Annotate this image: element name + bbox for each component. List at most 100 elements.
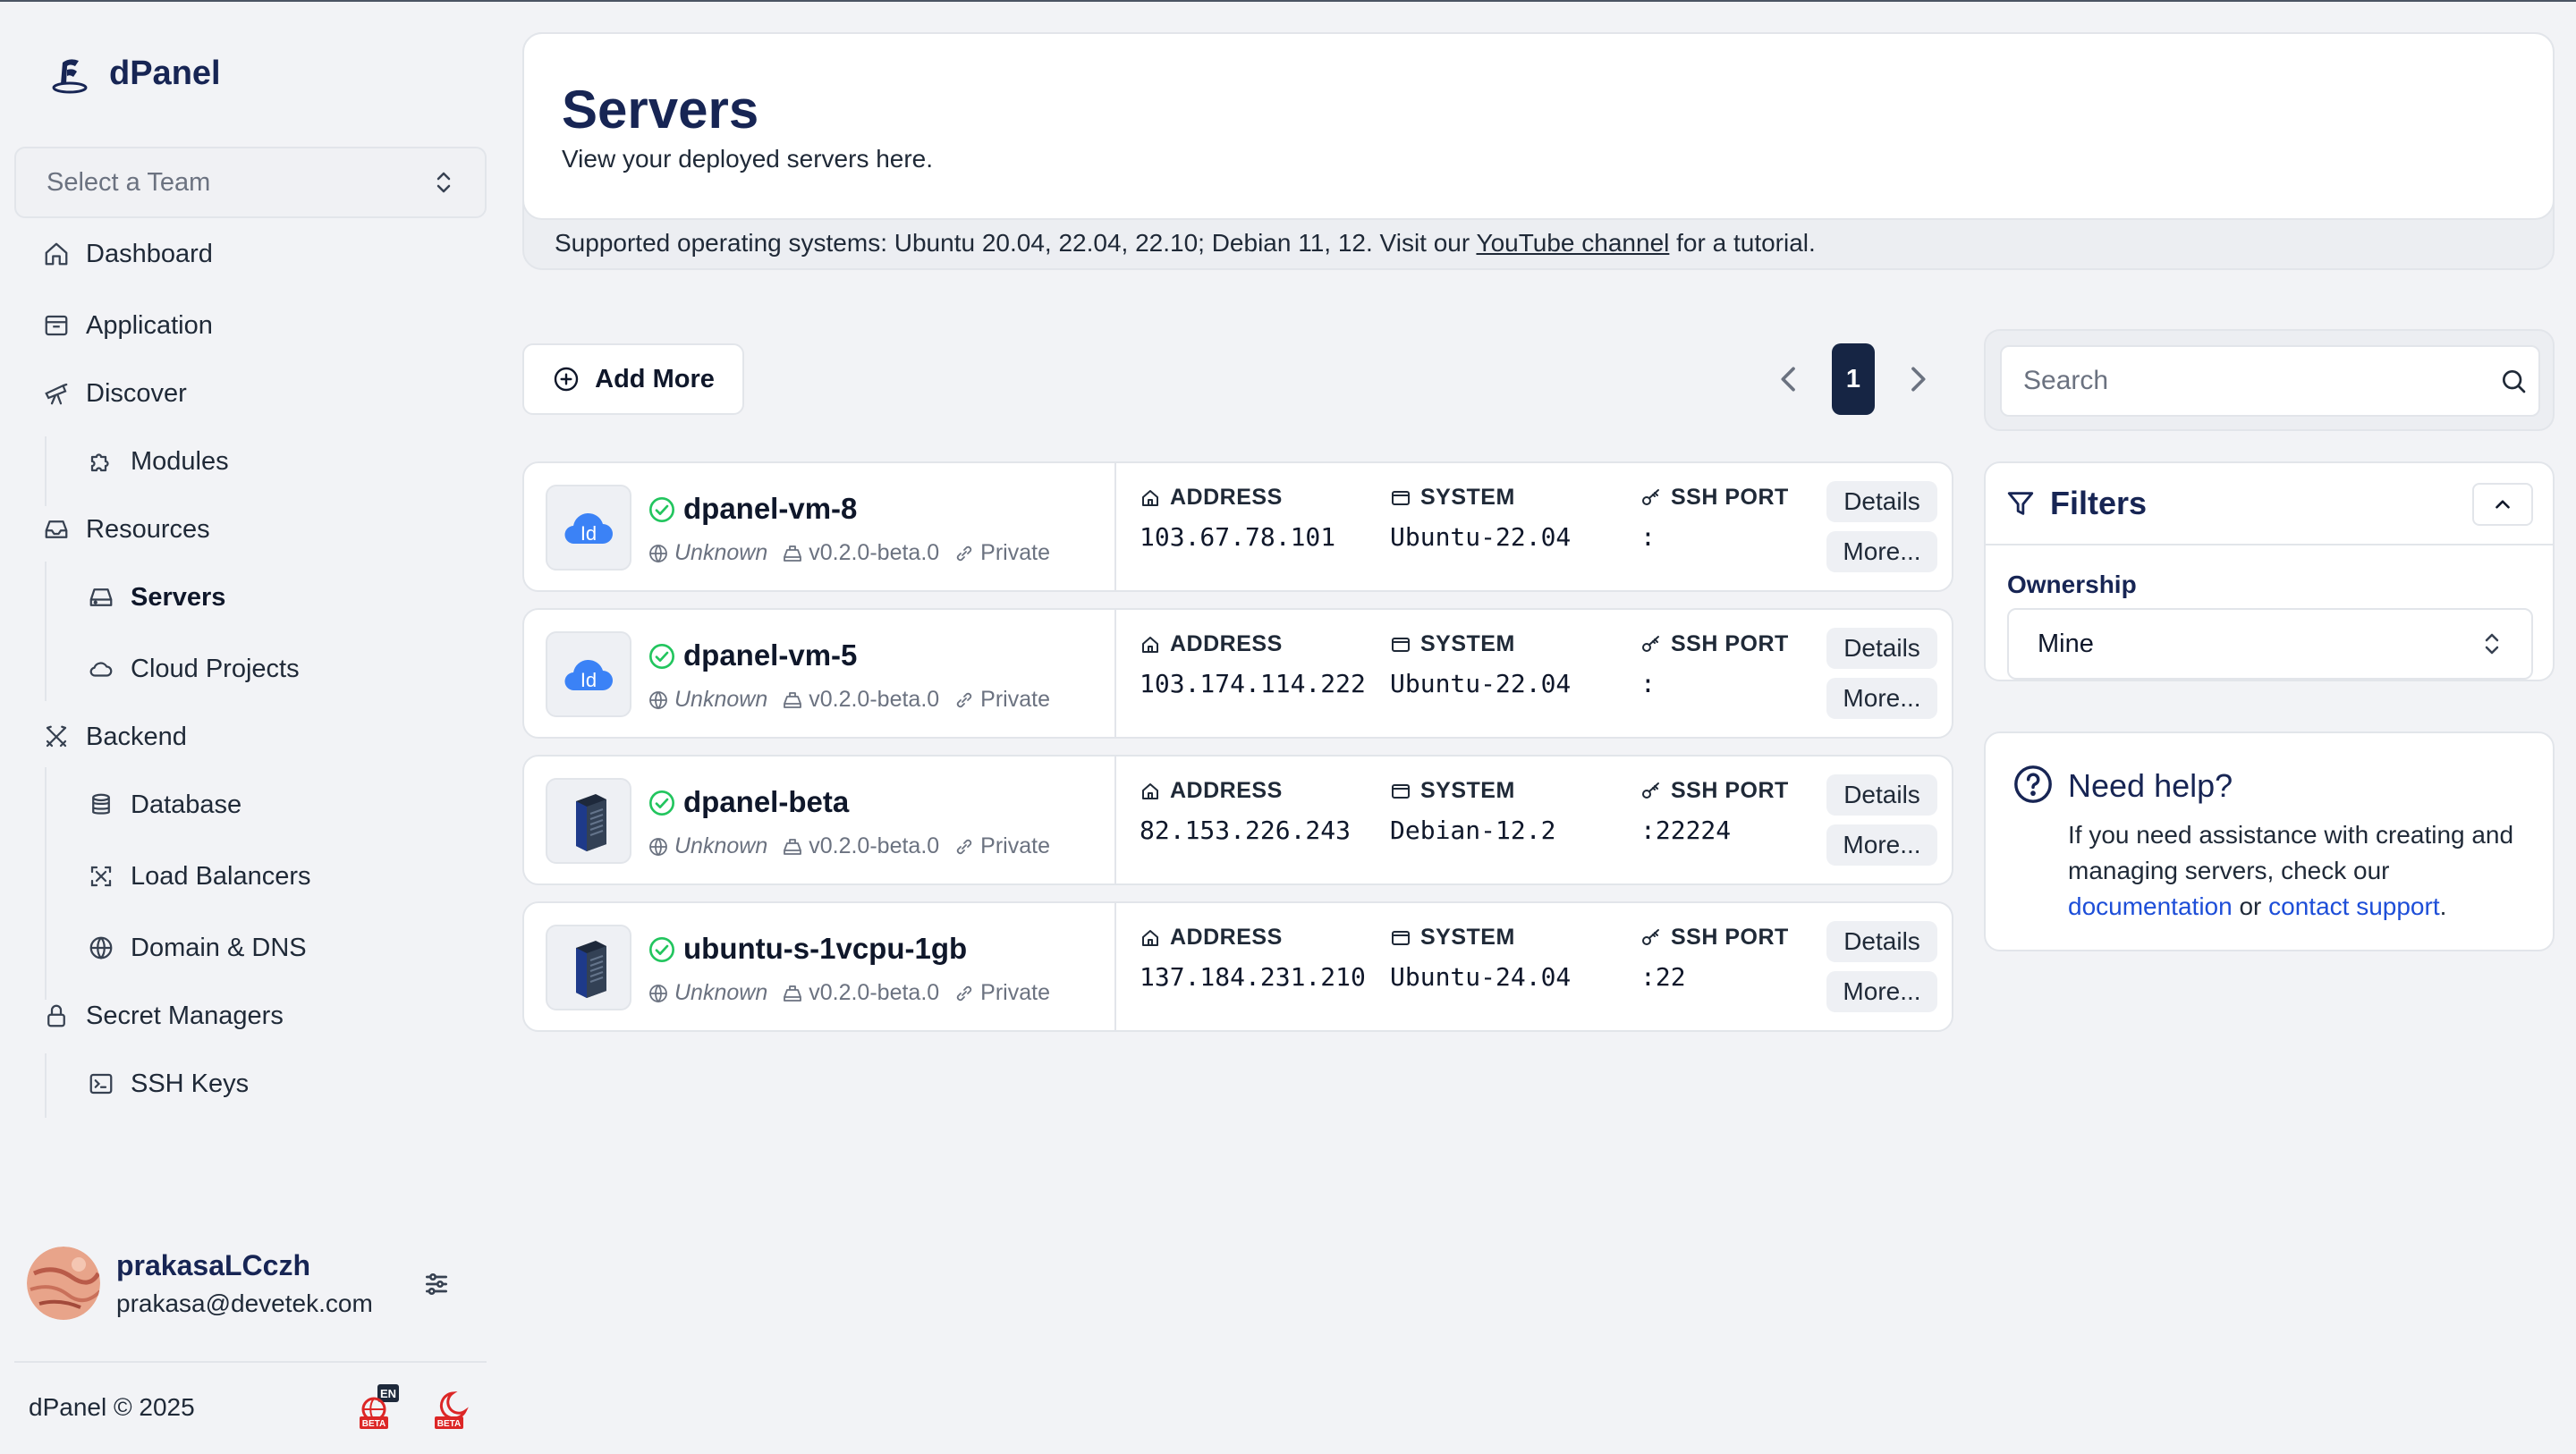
details-button[interactable]: Details	[1826, 921, 1937, 962]
status-ok-icon	[649, 644, 674, 669]
server-name[interactable]: dpanel-beta	[683, 785, 849, 819]
cloud-id-icon: Id	[564, 659, 613, 691]
sidebar-item-label: Domain & DNS	[131, 933, 307, 962]
home-icon	[1142, 782, 1158, 799]
details-button[interactable]: Details	[1826, 774, 1937, 816]
sidebar-item-load-balancers[interactable]: Load Balancers	[88, 851, 311, 901]
chevron-right-icon[interactable]	[1900, 361, 1936, 397]
server-system: Ubuntu-24.04	[1390, 962, 1572, 992]
help-card: Need help? If you need assistance with c…	[1984, 731, 2555, 951]
sidebar-item-servers[interactable]: Servers	[88, 572, 225, 622]
ownership-value: Mine	[2038, 629, 2094, 658]
address-column-label: ADDRESS	[1140, 925, 1283, 951]
address-column-label: ADDRESS	[1140, 778, 1283, 804]
sidebar-item-backend[interactable]: Backend	[43, 712, 187, 762]
add-more-button[interactable]: Add More	[522, 343, 744, 415]
server-system: Ubuntu-22.04	[1390, 522, 1572, 552]
server-icon	[546, 778, 631, 864]
server-tower-icon	[576, 794, 606, 851]
lock-icon	[47, 1004, 65, 1027]
server-location: Unknown	[648, 687, 767, 713]
nav-guide-line	[45, 562, 47, 701]
search-icon[interactable]	[2499, 367, 2528, 395]
server-meta: Unknown v0.2.0-beta.0 Private	[648, 540, 1050, 566]
nav-guide-line	[45, 436, 47, 506]
server-icon	[546, 925, 631, 1010]
server-address: 137.184.231.210	[1140, 962, 1366, 992]
sidebar-item-label: Servers	[131, 582, 226, 612]
window-icon	[1392, 490, 1410, 505]
team-select[interactable]: Select a Team	[14, 147, 487, 218]
ownership-select[interactable]: Mine	[2007, 608, 2533, 680]
sliders-icon[interactable]	[422, 1270, 451, 1298]
more-button[interactable]: More...	[1826, 531, 1937, 572]
chevron-left-icon[interactable]	[1771, 361, 1807, 397]
system-label-text: SYSTEM	[1420, 925, 1515, 950]
details-button[interactable]: Details	[1826, 628, 1937, 669]
filter-icon	[2007, 492, 2034, 515]
home-icon	[1142, 929, 1158, 946]
link-icon	[956, 545, 972, 561]
brand-name: dPanel	[109, 54, 221, 92]
sidebar-item-label: SSH Keys	[131, 1069, 250, 1098]
server-ssh-port: :22224	[1640, 816, 1732, 845]
more-button[interactable]: More...	[1826, 971, 1937, 1012]
server-name[interactable]: dpanel-vm-8	[683, 492, 857, 526]
row-divider	[1114, 463, 1116, 590]
documentation-link[interactable]: documentation	[2068, 892, 2233, 920]
sidebar-item-label: Dashboard	[86, 239, 213, 268]
sidebar-item-dashboard[interactable]: Dashboard	[43, 229, 213, 279]
server-name[interactable]: ubuntu-s-1vcpu-1gb	[683, 932, 967, 966]
search-input[interactable]	[2002, 347, 2485, 415]
youtube-channel-link[interactable]: YouTube channel	[1476, 229, 1669, 257]
sidebar-item-database[interactable]: Database	[88, 780, 242, 830]
sidebar-item-discover[interactable]: Discover	[43, 368, 187, 418]
sidebar-item-cloud-projects[interactable]: Cloud Projects	[88, 644, 300, 694]
system-column-label: SYSTEM	[1390, 778, 1515, 804]
sidebar-item-domain-dns[interactable]: Domain & DNS	[88, 923, 307, 973]
lang-badge-text: EN	[380, 1387, 396, 1400]
link-icon	[956, 692, 972, 707]
more-button[interactable]: More...	[1826, 824, 1937, 866]
filters-collapse-button[interactable]	[2472, 483, 2533, 526]
window-icon	[1392, 930, 1410, 945]
user-profile[interactable]: prakasaLCczh prakasa@devetek.com	[27, 1247, 373, 1320]
server-visibility: Private	[953, 687, 1050, 713]
contact-support-link[interactable]: contact support	[2268, 892, 2439, 920]
details-button[interactable]: Details	[1826, 481, 1937, 522]
agent-version-icon	[784, 691, 802, 708]
server-version-label: v0.2.0-beta.0	[809, 540, 940, 565]
server-location-label: Unknown	[674, 687, 768, 712]
more-button[interactable]: More...	[1826, 678, 1937, 719]
sidebar-item-ssh-keys[interactable]: SSH Keys	[88, 1059, 249, 1109]
pagination-current-page[interactable]: 1	[1832, 343, 1875, 415]
sidebar-item-label: Application	[86, 310, 213, 340]
plus-circle-icon	[554, 367, 579, 392]
server-icon: Id	[546, 631, 631, 717]
language-switch-button[interactable]: EN BETA	[358, 1384, 401, 1429]
sidebar-item-modules[interactable]: Modules	[88, 436, 229, 486]
globe-icon	[649, 837, 667, 856]
globe-icon	[649, 690, 667, 709]
server-visibility-label: Private	[980, 833, 1050, 858]
cloud-id-icon: Id	[564, 512, 613, 545]
user-email: prakasa@devetek.com	[116, 1289, 373, 1317]
sidebar-item-label: Secret Managers	[86, 1001, 284, 1030]
ssh-port-column-label: SSH PORT	[1640, 485, 1789, 511]
address-label-text: ADDRESS	[1170, 485, 1283, 510]
sidebar-item-resources[interactable]: Resources	[43, 504, 210, 554]
theme-switch-button[interactable]: BETA	[429, 1384, 472, 1429]
brand[interactable]: dPanel	[48, 52, 221, 95]
server-row: ubuntu-s-1vcpu-1gb Unknown v0.2.0-beta.0…	[522, 901, 1953, 1032]
address-label-text: ADDRESS	[1170, 631, 1283, 656]
address-label-text: ADDRESS	[1170, 778, 1283, 803]
ownership-label: Ownership	[2007, 571, 2137, 598]
add-more-label: Add More	[595, 364, 715, 393]
sidebar-item-application[interactable]: Application	[43, 300, 213, 351]
server-ssh-port: :	[1640, 669, 1656, 698]
cloud-icon	[89, 662, 113, 677]
server-name[interactable]: dpanel-vm-5	[683, 638, 857, 672]
server-version-label: v0.2.0-beta.0	[809, 833, 940, 858]
sidebar-item-secret-managers[interactable]: Secret Managers	[43, 991, 284, 1041]
globe-icon	[89, 936, 113, 959]
